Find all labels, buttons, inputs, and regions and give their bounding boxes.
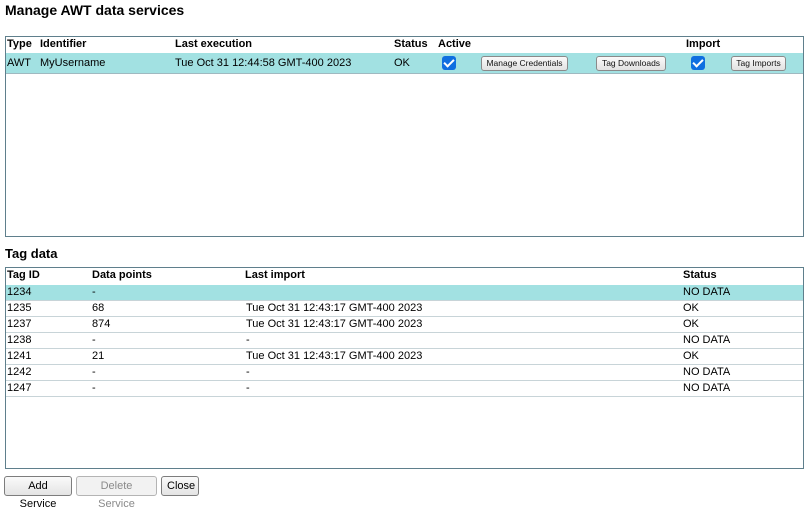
table-row[interactable]: 1238 - - NO DATA [6, 333, 803, 349]
tag-status: NO DATA [683, 286, 731, 298]
col-header-tag-id[interactable]: Tag ID [7, 269, 40, 281]
tag-id: 1235 [7, 302, 32, 314]
data-points: 68 [92, 302, 105, 314]
table-row[interactable]: 1235 68 Tue Oct 31 12:43:17 GMT-400 2023… [6, 301, 803, 317]
tag-data-table: Tag ID Data points Last import Status 12… [5, 267, 804, 469]
col-header-last-import[interactable]: Last import [245, 269, 305, 281]
tag-id: 1247 [7, 382, 32, 394]
tag-status: NO DATA [683, 382, 731, 394]
table-row[interactable]: 1237 874 Tue Oct 31 12:43:17 GMT-400 202… [6, 317, 803, 333]
tag-status: NO DATA [683, 334, 731, 346]
page-title: Manage AWT data services [5, 2, 185, 18]
data-points: 874 [92, 318, 111, 330]
col-header-active[interactable]: Active [438, 38, 471, 50]
table-row[interactable]: 1241 21 Tue Oct 31 12:43:17 GMT-400 2023… [6, 349, 803, 365]
last-import: Tue Oct 31 12:43:17 GMT-400 2023 [246, 318, 423, 330]
table-row[interactable]: 1234 - NO DATA [6, 285, 803, 301]
data-points: - [92, 382, 96, 394]
col-header-data-points[interactable]: Data points [92, 269, 152, 281]
tag-id: 1238 [7, 334, 32, 346]
table-row[interactable]: 1247 - - NO DATA [6, 381, 803, 397]
last-import: Tue Oct 31 12:43:17 GMT-400 2023 [246, 350, 423, 362]
data-points: - [92, 366, 96, 378]
last-import: - [246, 382, 250, 394]
tag-status: OK [683, 302, 699, 314]
col-header-import[interactable]: Import [686, 38, 720, 50]
service-status: OK [394, 57, 410, 69]
active-checkbox[interactable] [442, 56, 456, 70]
services-header-row: Type Identifier Last execution Status Ac… [6, 38, 803, 53]
manage-credentials-button[interactable]: Manage Credentials [481, 56, 568, 71]
service-identifier: MyUsername [40, 57, 106, 69]
col-header-last-execution[interactable]: Last execution [175, 38, 252, 50]
col-header-identifier[interactable]: Identifier [40, 38, 86, 50]
tag-imports-button[interactable]: Tag Imports [731, 56, 786, 71]
tag-status: OK [683, 318, 699, 330]
service-type: AWT [7, 57, 32, 69]
tag-id: 1234 [7, 286, 32, 298]
tag-id: 1242 [7, 366, 32, 378]
last-import: - [246, 366, 250, 378]
col-header-status[interactable]: Status [683, 269, 717, 281]
tag-status: OK [683, 350, 699, 362]
add-service-button[interactable]: Add Service [4, 476, 72, 510]
col-header-type[interactable]: Type [7, 38, 32, 50]
tag-status: NO DATA [683, 366, 731, 378]
table-row[interactable]: 1242 - - NO DATA [6, 365, 803, 381]
service-row[interactable]: AWT MyUsername Tue Oct 31 12:44:58 GMT-4… [6, 53, 803, 74]
tag-id: 1237 [7, 318, 32, 330]
col-header-status[interactable]: Status [394, 38, 428, 50]
import-checkbox[interactable] [691, 56, 705, 70]
last-import: - [246, 334, 250, 346]
close-button[interactable]: Close [161, 476, 199, 496]
tag-data-title: Tag data [5, 246, 58, 261]
service-last-execution: Tue Oct 31 12:44:58 GMT-400 2023 [175, 57, 352, 69]
tag-id: 1241 [7, 350, 32, 362]
data-points: - [92, 334, 96, 346]
tag-downloads-button[interactable]: Tag Downloads [596, 56, 666, 71]
delete-service-button: Delete Service [76, 476, 157, 510]
services-table: Type Identifier Last execution Status Ac… [5, 36, 804, 237]
last-import: Tue Oct 31 12:43:17 GMT-400 2023 [246, 302, 423, 314]
data-points: 21 [92, 350, 105, 362]
tag-header-row: Tag ID Data points Last import Status [6, 269, 803, 284]
data-points: - [92, 286, 96, 298]
